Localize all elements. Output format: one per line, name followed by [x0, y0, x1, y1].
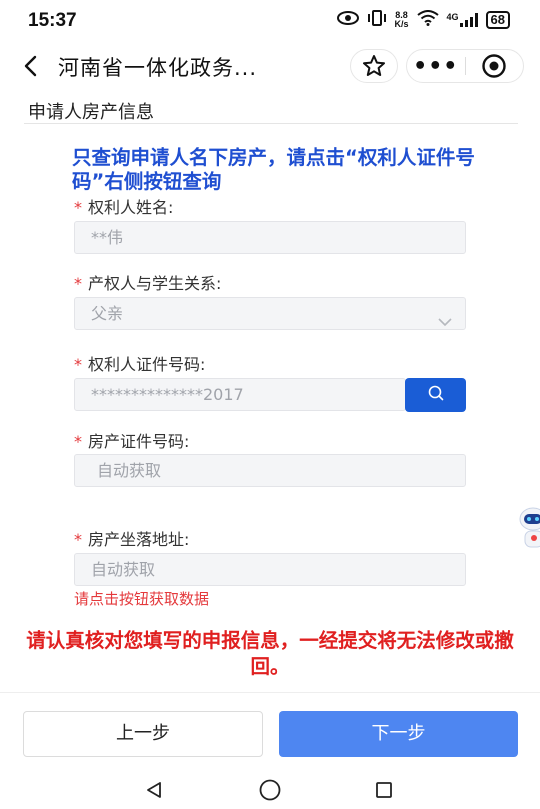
prev-step-button[interactable]: 上一步 [23, 711, 263, 757]
back-arrow-icon[interactable] [16, 52, 44, 80]
address-label: * 房产坐落地址: [74, 530, 190, 549]
required-mark: * [74, 355, 82, 374]
wifi-icon [416, 10, 439, 29]
id-number-label: * 权利人证件号码: [74, 355, 206, 374]
mini-program-nav-bar: 河南省一体化政务... ••• [0, 42, 540, 92]
search-button[interactable] [405, 378, 466, 412]
relation-label: * 产权人与学生关系: [74, 274, 222, 293]
required-mark: * [74, 432, 82, 451]
signal-icon: 4G [447, 12, 478, 27]
eye-icon [336, 11, 359, 28]
chevron-down-icon [437, 307, 453, 338]
nav-back-icon[interactable] [139, 778, 169, 802]
owner-name-label: * 权利人姓名: [74, 198, 174, 217]
section-title: 申请人房产信息 [28, 102, 154, 123]
vibrate-icon [367, 10, 387, 29]
system-nav-bar [0, 772, 540, 809]
page-title: 河南省一体化政务... [58, 56, 258, 80]
cert-number-label: * 房产证件号码: [74, 432, 190, 451]
more-icon[interactable]: ••• [407, 49, 465, 83]
nav-recents-icon[interactable] [369, 778, 399, 802]
confirmation-warning: 请认真核对您填写的申报信息，一经提交将无法修改或撤回。 [26, 629, 514, 678]
close-target-icon[interactable] [465, 49, 523, 83]
mini-program-capsule: ••• [406, 49, 524, 83]
id-number-field[interactable]: **************2017 [74, 378, 406, 411]
search-icon [427, 384, 445, 406]
net-speed: 8.8 K/s [394, 9, 409, 29]
status-icons: 8.8 K/s 4G 68 [336, 9, 510, 29]
required-mark: * [74, 274, 82, 293]
owner-name-field[interactable]: **伟 [74, 221, 466, 254]
bottom-action-bar: 上一步 下一步 [0, 692, 540, 772]
status-time: 15:37 [28, 10, 77, 31]
required-mark: * [74, 530, 82, 549]
address-field[interactable]: 自动获取 [74, 553, 466, 586]
required-mark: * [74, 198, 82, 217]
star-icon[interactable] [350, 49, 398, 83]
robot-assistant-icon[interactable] [515, 505, 540, 555]
next-step-button[interactable]: 下一步 [279, 711, 518, 757]
query-notice: 只查询申请人名下房产，请点击“权利人证件号码”右侧按钮查询 [72, 146, 475, 193]
cert-number-field[interactable]: 自动获取 [74, 454, 466, 487]
nav-home-icon[interactable] [255, 778, 285, 802]
status-bar: 15:37 8.8 K/s 4G 68 [0, 0, 540, 42]
fetch-data-hint: 请点击按钮获取数据 [74, 590, 210, 608]
battery-icon: 68 [485, 10, 510, 29]
section-divider [24, 123, 518, 124]
relation-select[interactable]: 父亲 [74, 297, 466, 330]
